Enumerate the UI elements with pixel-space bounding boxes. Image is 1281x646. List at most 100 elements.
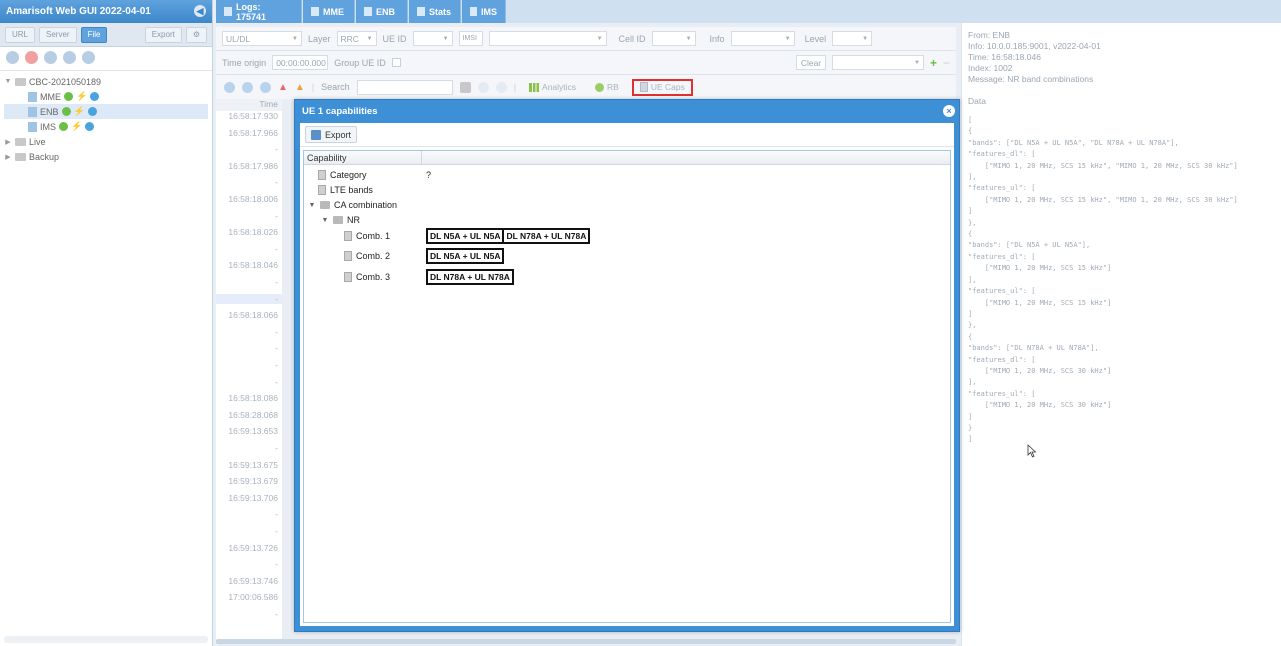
log-row-time[interactable]: 16:58:17.986 [216,161,282,171]
log-row-time[interactable]: 16:59:13.746 [216,576,282,586]
log-row-time[interactable]: 16:58:18.066 [216,310,282,320]
analytics-button[interactable]: Analytics [523,79,582,96]
info-select[interactable]: ▼ [730,31,795,46]
time-origin-input[interactable]: 00:00:00.000 [272,55,329,70]
chevron-right-icon[interactable]: ▶ [4,153,12,161]
error-icon[interactable]: ▲ [278,82,288,93]
log-row-time[interactable]: 16:58:18.006 [216,194,282,204]
tab-logs[interactable]: Logs: 175741 [216,0,302,23]
add-filter-icon[interactable]: + [930,56,937,70]
log-row-time[interactable]: - [216,509,282,519]
cellid-select[interactable]: ▼ [651,31,696,46]
log-row-time[interactable]: 16:58:18.086 [216,393,282,403]
log-row-time[interactable]: 16:59:13.653 [216,426,282,436]
log-row-time[interactable]: 16:59:13.726 [216,543,282,553]
binoculars-icon[interactable] [459,81,471,93]
log-row-time[interactable]: 16:59:13.679 [216,476,282,486]
status-ok-icon[interactable] [59,122,69,131]
prev-result-icon[interactable] [477,81,489,93]
clock-icon[interactable] [224,81,235,93]
capability-row[interactable]: Comb. 2 DL N5A + UL N5A [304,247,950,265]
arrow-left-icon[interactable] [242,81,253,93]
info-icon[interactable] [85,122,95,131]
log-row-time[interactable]: - [216,360,282,370]
add-icon[interactable] [82,51,95,64]
bolt-icon[interactable]: ⚡ [71,121,82,132]
tab-file[interactable]: File [80,26,108,43]
log-row-time[interactable]: - [216,244,282,254]
capability-column-header[interactable]: Capability [304,151,422,164]
rb-button[interactable]: RB [589,79,625,96]
log-row-time[interactable]: 16:58:17.930 [216,111,282,121]
log-row-time[interactable]: - [216,443,282,453]
export-button[interactable]: Export [144,26,182,43]
tree-item-cbc-2021050189[interactable]: ▼ CBC-2021050189 [4,74,208,89]
layer-select[interactable]: RRC ▼ [336,31,377,46]
tab-server[interactable]: Server [39,26,77,43]
value-column-header[interactable] [422,151,950,164]
status-ok-icon[interactable] [64,92,73,101]
direction-select[interactable]: UL/DL ▼ [222,31,302,46]
status-ok-icon[interactable] [61,107,71,116]
preset-select[interactable]: ▼ [831,55,924,70]
remove-icon[interactable] [25,51,38,64]
chevron-down-icon[interactable]: ▼ [321,217,329,224]
dialog-export-button[interactable]: Export [305,126,358,143]
warning-icon[interactable]: ▲ [295,82,305,93]
group-ueid-checkbox[interactable] [391,58,401,67]
search-input[interactable] [356,79,453,95]
horizontal-scrollbar[interactable] [4,636,208,643]
remove-filter-icon[interactable]: − [943,56,950,70]
tab-url[interactable]: URL [5,26,36,43]
log-row-time[interactable]: - [216,377,282,387]
next-result-icon[interactable] [495,81,507,93]
log-row-time[interactable]: - [216,293,282,304]
search-icon[interactable] [6,51,19,64]
tab-stats[interactable]: Stats [409,0,461,23]
info-icon[interactable] [87,107,97,116]
collapse-panel-icon[interactable]: ◀ [194,5,206,17]
log-row-time[interactable]: 16:58:18.046 [216,260,282,270]
tree-item-live[interactable]: ▶ Live [4,134,208,149]
level-select[interactable]: ▼ [832,31,873,46]
log-row-time[interactable]: - [216,144,282,154]
imsi-select[interactable]: ▼ [488,31,607,46]
log-row-time[interactable]: 16:58:18.026 [216,227,282,237]
chevron-right-icon[interactable]: ▶ [4,138,12,146]
tree-item-ims[interactable]: IMS ⚡ [4,119,208,134]
log-row-time[interactable]: - [216,526,282,536]
arrow-right-icon[interactable] [260,81,271,93]
tree-item-mme[interactable]: MME ⚡ [4,89,208,104]
log-row-time[interactable]: 16:59:13.675 [216,460,282,470]
log-row-time[interactable]: - [216,327,282,337]
ueid-select[interactable]: ▼ [412,31,453,46]
settings-icon[interactable]: ⚙ [185,26,207,43]
log-row-time[interactable]: - [216,343,282,353]
log-row-time[interactable]: 16:59:13.706 [216,493,282,503]
capability-row[interactable]: Comb. 3 DL N78A + UL N78A [304,268,950,286]
capability-row[interactable]: Comb. 1 DL N5A + UL N5A DL N78A + UL N78A [304,227,950,245]
log-row-time[interactable]: 16:58:17.966 [216,128,282,138]
tab-mme[interactable]: MME [303,0,355,23]
log-row-time[interactable]: - [216,609,282,619]
tab-enb[interactable]: ENB [356,0,408,23]
bolt-icon[interactable]: ⚡ [74,106,85,117]
log-horizontal-scrollbar[interactable] [216,639,956,644]
clear-button[interactable]: Clear [795,55,826,70]
log-row-time[interactable]: 17:00:06.586 [216,592,282,602]
tree-item-enb[interactable]: ENB ⚡ [4,104,208,119]
pause-icon[interactable] [63,51,76,64]
bolt-icon[interactable]: ⚡ [76,91,87,102]
log-row-time[interactable]: - [216,211,282,221]
chevron-down-icon[interactable]: ▼ [4,78,12,85]
log-row-time[interactable]: 16:58:28.068 [216,410,282,420]
log-row-time[interactable]: - [216,559,282,569]
close-icon[interactable]: × [943,105,955,117]
log-row-time[interactable]: - [216,177,282,187]
refresh-icon[interactable] [44,51,57,64]
tab-ims[interactable]: IMS [462,0,506,23]
chevron-down-icon[interactable]: ▼ [308,202,316,209]
log-row-time[interactable]: - [216,277,282,287]
ue-caps-button[interactable]: UE Caps [631,78,693,96]
tree-item-backup[interactable]: ▶ Backup [4,149,208,164]
